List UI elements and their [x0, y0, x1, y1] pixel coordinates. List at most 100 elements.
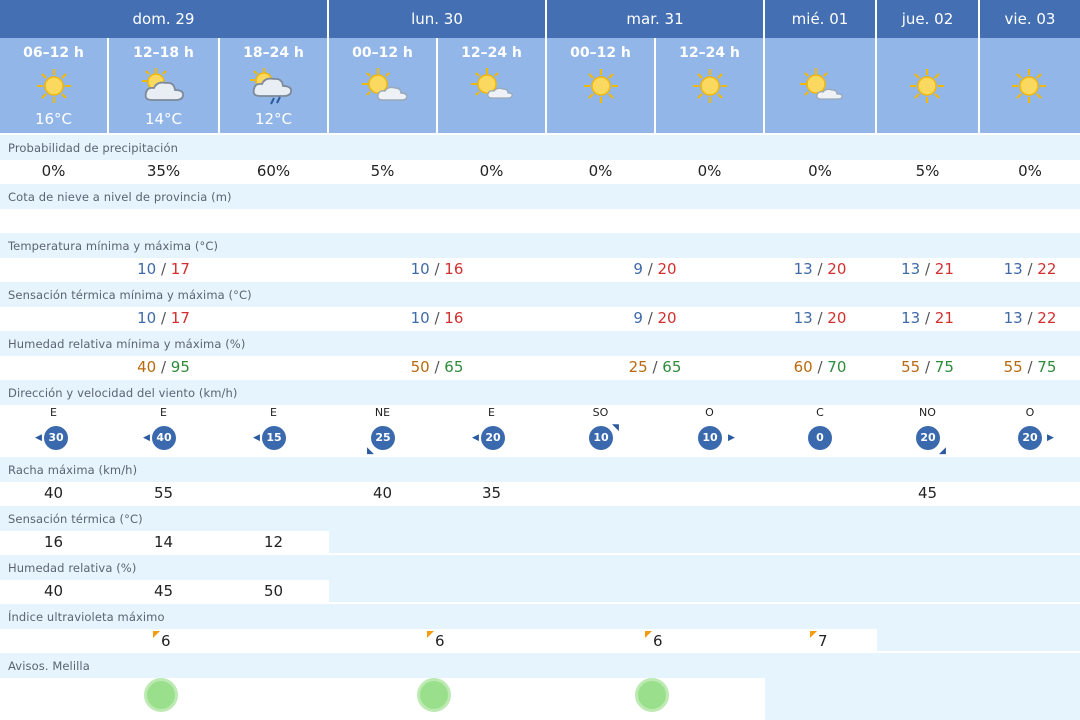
feels-minmax: 13 / 21	[901, 309, 954, 327]
table-cell	[980, 209, 1080, 231]
precip-value: 35%	[146, 162, 181, 180]
sun-cloud-icon	[800, 68, 843, 100]
table-cell	[0, 209, 107, 231]
feels-min: 13	[1003, 309, 1023, 327]
temp-min: 10	[137, 260, 157, 278]
wind-arrow-icon: ◀	[35, 433, 42, 443]
row-label-snow: Cota de nieve a nivel de provincia (m)	[0, 184, 1080, 209]
wind-speed-badge: 25	[371, 426, 395, 450]
table-cell	[765, 209, 875, 231]
sun-icon	[1012, 69, 1046, 103]
feels-minmax: 10 / 17	[137, 309, 190, 327]
sun-cloud-icon	[362, 68, 408, 101]
uv-flag-icon	[153, 631, 160, 638]
row-label-feels: Sensación térmica mínima y máxima (°C)	[0, 282, 1080, 307]
wind-direction: O	[705, 406, 714, 419]
temp-min: 13	[1003, 260, 1023, 278]
temp-max: 20	[827, 260, 847, 278]
humidity-minmax: 55 / 75	[1003, 358, 1057, 376]
wind-direction: C	[816, 406, 824, 419]
feels-max: 16	[444, 309, 464, 327]
precip-value: 60%	[256, 162, 291, 180]
sun-icon	[693, 69, 727, 103]
period-temp: 12°C	[254, 110, 293, 128]
feels-period-value: 12	[263, 533, 284, 551]
wind-speed-badge: 10	[589, 426, 613, 450]
humidity-max: 75	[1037, 358, 1057, 376]
alert-status-icon[interactable]	[144, 678, 178, 712]
temp-minmax: 13 / 21	[901, 260, 954, 278]
table-cell	[220, 482, 327, 504]
feels-minmax: 10 / 16	[410, 309, 464, 327]
wind-speed-badge: 20	[481, 426, 505, 450]
humidity-min: 55	[1003, 358, 1023, 376]
wind-arrow-icon: ◢	[939, 446, 946, 456]
gust-value: 40	[372, 484, 393, 502]
temp-max: 21	[934, 260, 954, 278]
table-cell	[547, 209, 654, 231]
wind-direction: E	[50, 406, 57, 419]
precip-value: 0%	[808, 162, 832, 180]
alert-status-icon[interactable]	[635, 678, 669, 712]
humidity-min: 25	[628, 358, 648, 376]
table-cell	[547, 482, 654, 504]
humidity-min: 55	[901, 358, 921, 376]
cloud-rain-icon	[250, 68, 292, 105]
sun-cloud-icon	[471, 68, 513, 99]
sun-icon	[37, 69, 71, 103]
temp-max: 20	[657, 260, 677, 278]
feels-minmax: 13 / 20	[793, 309, 847, 327]
humidity-min: 50	[410, 358, 430, 376]
temp-max: 22	[1037, 260, 1057, 278]
row-label-precip: Probabilidad de precipitación	[0, 135, 1080, 160]
period-temp: 16°C	[34, 110, 73, 128]
uv-value: 6	[161, 632, 171, 650]
wind-speed-badge: 0	[808, 426, 832, 450]
temp-min: 10	[410, 260, 430, 278]
humidity-max: 75	[934, 358, 954, 376]
wind-arrow-icon: ◀	[253, 433, 260, 443]
period-label: 00–12 h	[570, 45, 631, 61]
uv-value: 7	[818, 632, 828, 650]
feels-period-value: 16	[43, 533, 64, 551]
temp-minmax: 13 / 22	[1003, 260, 1057, 278]
day-header-dom: dom. 29	[0, 0, 327, 38]
feels-min: 10	[410, 309, 430, 327]
table-cell	[765, 482, 875, 504]
precip-value: 5%	[370, 162, 395, 180]
column-divider	[327, 0, 329, 133]
wind-arrow-icon: ▶	[728, 433, 735, 443]
alert-status-icon[interactable]	[417, 678, 451, 712]
gust-value: 55	[153, 484, 174, 502]
period-label: 18–24 h	[243, 45, 304, 61]
precip-value: 0%	[41, 162, 66, 180]
table-cell-empty	[329, 580, 1080, 602]
wind-arrow-icon: ◀	[143, 433, 150, 443]
temp-minmax: 10 / 16	[410, 260, 464, 278]
table-cell	[877, 209, 978, 231]
period-temp: 14°C	[144, 110, 183, 128]
period-label: 12–18 h	[133, 45, 194, 61]
humidity-minmax: 25 / 65	[628, 358, 682, 376]
partly-cloudy-icon	[142, 68, 184, 101]
gust-value: 45	[917, 484, 938, 502]
row-label-humidity: Humedad relativa mínima y máxima (%)	[0, 331, 1080, 356]
humidity-max: 95	[170, 358, 190, 376]
uv-value: 6	[435, 632, 445, 650]
row-label-wind: Dirección y velocidad del viento (km/h)	[0, 380, 1080, 405]
day-header-mar: mar. 31	[547, 0, 763, 38]
feels-max: 21	[934, 309, 954, 327]
table-cell	[656, 482, 763, 504]
period-label: 12–24 h	[679, 45, 740, 61]
feels-period-value: 14	[153, 533, 174, 551]
table-cell	[220, 209, 327, 231]
uv-value: 6	[653, 632, 663, 650]
temp-min: 13	[793, 260, 813, 278]
feels-minmax: 9 / 20	[633, 309, 677, 327]
wind-arrow-icon: ▶	[1047, 433, 1054, 443]
wind-speed-badge: 30	[44, 426, 68, 450]
sun-icon	[584, 69, 618, 103]
temp-minmax: 13 / 20	[793, 260, 847, 278]
wind-direction: E	[270, 406, 277, 419]
wind-direction: E	[160, 406, 167, 419]
